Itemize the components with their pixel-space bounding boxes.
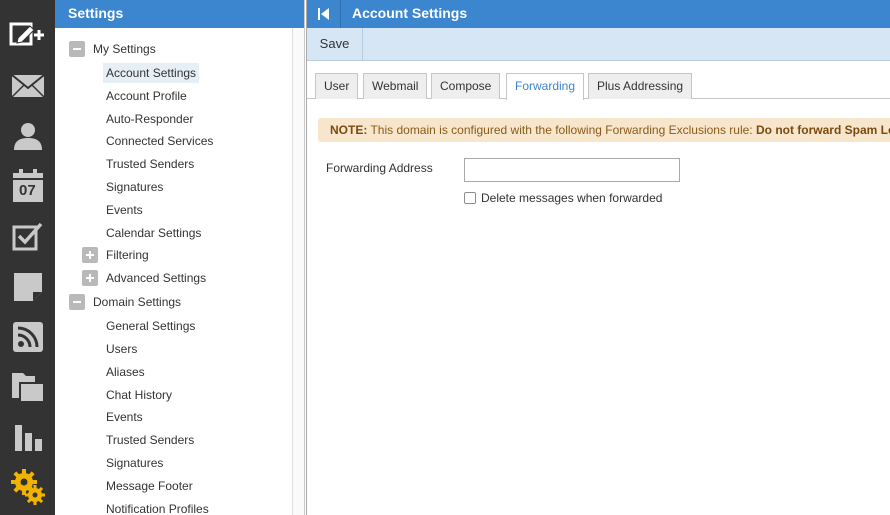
tasks-icon <box>12 222 42 251</box>
rail-reports[interactable] <box>0 412 55 462</box>
rail-tasks[interactable] <box>0 212 55 262</box>
tab-webmail[interactable]: Webmail <box>363 73 428 99</box>
tree-item-signatures[interactable]: Signatures <box>103 177 166 197</box>
rail-settings[interactable] <box>0 462 55 512</box>
tree-item-aliases[interactable]: Aliases <box>103 362 148 382</box>
tree-item-trusted-senders[interactable]: Trusted Senders <box>103 154 197 174</box>
tab-forwarding[interactable]: Forwarding <box>506 73 585 100</box>
tree-item-general-settings[interactable]: General Settings <box>103 316 198 336</box>
tree-item-filtering[interactable]: Filtering <box>82 245 152 265</box>
main-header: Account Settings <box>307 0 890 28</box>
rail-contacts[interactable] <box>0 111 55 161</box>
toolbar: Save <box>307 28 890 61</box>
delete-when-forwarded-label: Delete messages when forwarded <box>481 191 663 205</box>
forwarding-exclusion-note: NOTE: This domain is configured with the… <box>318 118 890 142</box>
tree-scrollbar[interactable] <box>292 28 304 515</box>
rail-mail[interactable] <box>0 61 55 111</box>
note-prefix: NOTE: <box>330 123 368 137</box>
collapse-panel-button[interactable] <box>307 0 341 28</box>
rail-documents[interactable] <box>0 362 55 412</box>
reports-icon <box>14 425 42 451</box>
settings-panel-title: Settings <box>55 0 304 28</box>
tree-item-advanced-settings[interactable]: Advanced Settings <box>82 268 209 288</box>
delete-when-forwarded-checkbox[interactable] <box>464 192 476 204</box>
tree-item-domain-signatures[interactable]: Signatures <box>103 453 166 473</box>
tree-item-notification-profiles[interactable]: Notification Profiles <box>103 499 212 515</box>
tree-group-my-settings[interactable]: My Settings <box>69 39 159 59</box>
tree-item-calendar-settings[interactable]: Calendar Settings <box>103 223 204 243</box>
rail-calendar[interactable]: 07 <box>0 161 55 211</box>
rail-rss[interactable] <box>0 312 55 362</box>
rail-notes[interactable] <box>0 262 55 312</box>
tree-item-message-footer[interactable]: Message Footer <box>103 476 196 496</box>
forwarding-address-input[interactable] <box>464 158 680 182</box>
tree-group-domain-settings[interactable]: Domain Settings <box>69 292 184 312</box>
contacts-icon <box>13 123 42 150</box>
collapse-minus-icon[interactable] <box>69 41 85 57</box>
rss-icon <box>12 322 43 352</box>
tab-plus-addressing[interactable]: Plus Addressing <box>588 73 693 99</box>
main-content: Account Settings Save User Webmail Compo… <box>306 0 890 515</box>
page-title: Account Settings <box>352 5 468 21</box>
collapse-minus-icon[interactable] <box>69 294 85 310</box>
tree-item-events[interactable]: Events <box>103 200 146 220</box>
calendar-day-number: 07 <box>19 182 36 199</box>
tab-user[interactable]: User <box>315 73 359 99</box>
note-text: This domain is configured with the follo… <box>367 123 756 137</box>
app-icon-rail: 07 <box>0 0 55 515</box>
tree-item-account-profile[interactable]: Account Profile <box>103 86 190 106</box>
tree-item-auto-responder[interactable]: Auto-Responder <box>103 109 196 129</box>
forwarding-address-label: Forwarding Address <box>326 161 433 175</box>
delete-when-forwarded-option[interactable]: Delete messages when forwarded <box>464 190 662 206</box>
compose-new-icon <box>9 22 44 46</box>
tree-item-domain-events[interactable]: Events <box>103 407 146 427</box>
rail-compose-new[interactable] <box>0 10 55 60</box>
tree-item-account-settings[interactable]: Account Settings <box>103 63 200 83</box>
note-rule: Do not forward Spam Le <box>755 123 890 137</box>
tree-item-chat-history[interactable]: Chat History <box>103 385 175 405</box>
tree-item-domain-trusted-senders[interactable]: Trusted Senders <box>103 430 197 450</box>
settings-tree-panel: Settings My Settings Account Settings Ac… <box>55 0 305 515</box>
tab-compose[interactable]: Compose <box>431 73 501 99</box>
expand-plus-icon[interactable] <box>82 270 98 286</box>
collapse-left-icon <box>317 8 329 20</box>
settings-gears-icon <box>10 469 45 505</box>
tree-item-users[interactable]: Users <box>103 339 140 359</box>
save-button[interactable]: Save <box>307 28 363 60</box>
expand-plus-icon[interactable] <box>82 247 98 263</box>
mail-icon <box>10 74 45 98</box>
notes-icon <box>13 273 42 301</box>
documents-icon <box>11 373 45 402</box>
tree-item-connected-services[interactable]: Connected Services <box>103 131 216 151</box>
settings-tree: My Settings Account Settings Account Pro… <box>55 28 292 515</box>
settings-tabs: User Webmail Compose Forwarding Plus Add… <box>307 61 890 100</box>
